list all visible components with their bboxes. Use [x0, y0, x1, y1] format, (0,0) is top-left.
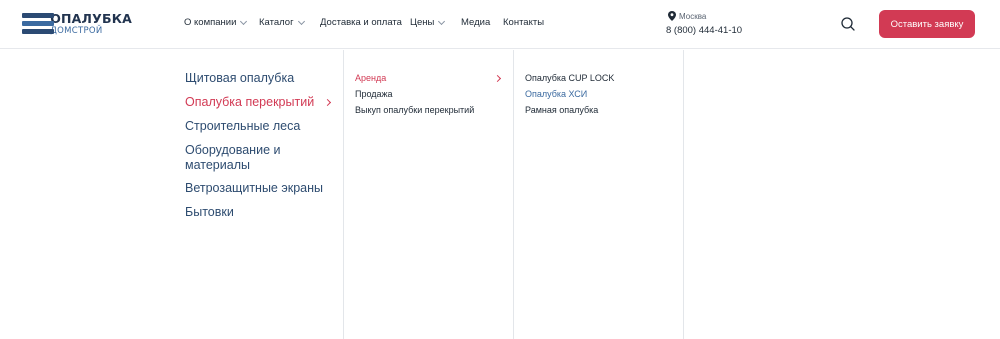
nav-item-label: Медиа [461, 17, 491, 28]
nav-item-catalog[interactable]: Каталог [259, 17, 305, 28]
search-icon[interactable] [840, 16, 856, 32]
chevron-right-icon [493, 74, 502, 83]
nav-item-label: Цены [410, 17, 435, 28]
chevron-right-icon [323, 98, 332, 107]
logo-text: ОПАЛУБКА ДОМСТРОЙ [50, 11, 132, 36]
nav-item-media[interactable]: Медиа [461, 17, 490, 28]
menu-sub-sale[interactable]: Продажа [355, 89, 393, 99]
menu-category-slab-formwork[interactable]: Опалубка перекрытий [185, 95, 314, 110]
menu-product-hsi[interactable]: Опалубка ХСИ [525, 89, 587, 99]
menu-category-cabins[interactable]: Бытовки [185, 205, 234, 220]
logo-title: ОПАЛУБКА [50, 11, 132, 26]
column-divider [343, 50, 344, 339]
nav-item-label: О компании [184, 17, 237, 28]
nav-item-delivery[interactable]: Доставка и оплата [320, 17, 402, 28]
column-divider [683, 50, 684, 339]
column-divider [513, 50, 514, 339]
menu-category-label-line1: Оборудование и [185, 143, 281, 157]
logo-mark-icon [22, 13, 54, 35]
menu-category-wind-screens[interactable]: Ветрозащитные экраны [185, 181, 323, 196]
menu-category-label-line2: материалы [185, 158, 250, 172]
nav-item-contacts[interactable]: Контакты [503, 17, 544, 28]
city-selector[interactable]: Москва [668, 11, 706, 21]
chevron-down-icon [438, 17, 446, 25]
menu-category-equipment[interactable]: Оборудование и материалы [185, 143, 280, 173]
logo[interactable]: ОПАЛУБКА ДОМСТРОЙ [22, 12, 132, 36]
nav-item-about[interactable]: О компании [184, 17, 248, 28]
leave-request-button[interactable]: Оставить заявку [879, 10, 975, 38]
menu-product-frame[interactable]: Рамная опалубка [525, 105, 598, 115]
nav-item-label: Контакты [503, 17, 545, 28]
menu-product-cuplock[interactable]: Опалубка CUP LOCK [525, 73, 614, 83]
menu-sub-buyback[interactable]: Выкуп опалубки перекрытий [355, 105, 474, 115]
phone-link[interactable]: 8 (800) 444-41-10 [666, 25, 742, 36]
site-header: ОПАЛУБКА ДОМСТРОЙ О компании Каталог Дос… [0, 0, 1000, 49]
menu-category-label: Опалубка перекрытий [185, 95, 315, 109]
menu-sub-rent[interactable]: Аренда [355, 73, 386, 83]
menu-category-scaffolding[interactable]: Строительные леса [185, 119, 300, 134]
logo-subtitle: ДОМСТРОЙ [50, 25, 103, 36]
nav-item-label: Доставка и оплата [320, 17, 402, 28]
nav-item-prices[interactable]: Цены [410, 17, 446, 28]
menu-category-panel-formwork[interactable]: Щитовая опалубка [185, 71, 294, 86]
nav-item-label: Каталог [259, 17, 294, 28]
city-label: Москва [679, 11, 707, 21]
chevron-down-icon [297, 17, 305, 25]
chevron-down-icon [240, 17, 248, 25]
location-pin-icon [668, 11, 676, 21]
